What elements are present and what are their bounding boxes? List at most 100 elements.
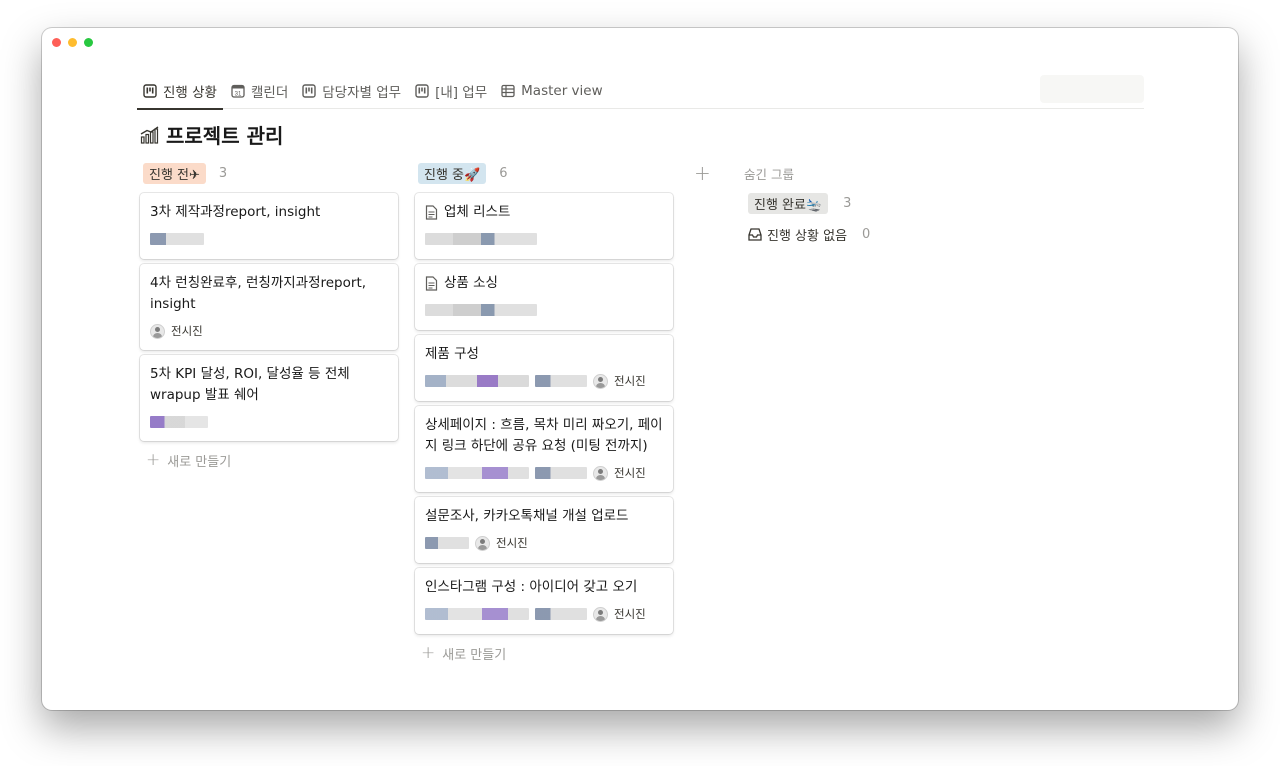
view-tabs: 진행 상황 31 캘린더 담당자별 업무 [내] 업무 Master view bbox=[137, 72, 1144, 110]
assignee-name: 전시진 bbox=[614, 466, 646, 480]
blurred-property bbox=[425, 467, 529, 479]
blurred-property bbox=[425, 304, 537, 316]
card-title: 업체 리스트 bbox=[425, 202, 663, 223]
new-card-button[interactable]: + 새로 만들기 bbox=[140, 446, 398, 474]
page-title-text: 프로젝트 관리 bbox=[166, 124, 284, 148]
board-card[interactable]: 4차 런칭완료후, 런칭까지과정report, insight 전시진 bbox=[140, 264, 398, 350]
card-title: 4차 런칭완료후, 런칭까지과정report, insight bbox=[150, 273, 388, 315]
card-title: 3차 제작과정report, insight bbox=[150, 202, 388, 223]
board-icon bbox=[415, 83, 429, 98]
assignee-name: 전시진 bbox=[171, 324, 203, 338]
hidden-group-done[interactable]: 진행 완료🛬 3 bbox=[744, 190, 944, 216]
column-header[interactable]: 진행 중🚀 6 bbox=[415, 161, 673, 185]
no-status-label: 진행 상황 없음 bbox=[748, 225, 847, 244]
card-properties bbox=[425, 297, 663, 323]
card-title-text: 상세페이지 : 흐름, 목차 미리 짜오기, 페이지 링크 하단에 공유 요청 … bbox=[425, 417, 663, 454]
column-header[interactable]: 진행 전✈ 3 bbox=[140, 161, 398, 185]
blurred-property bbox=[535, 608, 587, 620]
board-column-in-progress: 진행 중🚀 6 업체 리스트 상품 소싱 제품 구성 전시진 상세페이지: 흐… bbox=[415, 161, 673, 667]
board-card[interactable]: 업체 리스트 bbox=[415, 193, 673, 259]
hidden-group-no-status[interactable]: 진행 상황 없음 0 bbox=[744, 221, 944, 247]
card-title-text: 상품 소싱 bbox=[444, 275, 498, 291]
card-title-text: 5차 KPI 달성, ROI, 달성율 등 전체 wrapup 발표 쉐어 bbox=[150, 366, 350, 403]
group-count: 3 bbox=[843, 195, 852, 211]
new-card-label: 새로 만들기 bbox=[442, 647, 507, 663]
card-properties: 전시진 bbox=[150, 318, 388, 344]
blurred-property bbox=[150, 416, 208, 428]
plus-icon: + bbox=[694, 161, 711, 185]
hidden-groups: 숨긴 그룹 진행 완료🛬 3 진행 상황 없음 0 bbox=[744, 164, 944, 247]
board-column-not-started: 진행 전✈ 3 3차 제작과정report, insight 4차 런칭완료후,… bbox=[140, 161, 398, 474]
board-card[interactable]: 5차 KPI 달성, ROI, 달성율 등 전체 wrapup 발표 쉐어 bbox=[140, 355, 398, 441]
card-properties bbox=[150, 409, 388, 435]
close-window-button[interactable] bbox=[52, 38, 61, 47]
card-properties: 전시진 bbox=[425, 530, 663, 556]
status-badge: 진행 전✈ bbox=[143, 162, 206, 184]
board-icon bbox=[302, 83, 316, 98]
plus-icon: + bbox=[421, 643, 436, 663]
card-title: 5차 KPI 달성, ROI, 달성율 등 전체 wrapup 발표 쉐어 bbox=[150, 364, 388, 406]
board-card[interactable]: 인스타그램 구성 : 아이디어 갖고 오기 전시진 bbox=[415, 568, 673, 634]
tab-my-tasks[interactable]: [내] 업무 bbox=[409, 72, 493, 109]
page-icon bbox=[425, 205, 438, 220]
tab-label: 진행 상황 bbox=[163, 84, 217, 101]
tab-master-view[interactable]: Master view bbox=[495, 72, 608, 109]
assignee-name: 전시진 bbox=[496, 536, 528, 550]
new-card-button[interactable]: + 새로 만들기 bbox=[415, 639, 673, 667]
window-controls bbox=[52, 38, 93, 47]
assignee-name: 전시진 bbox=[614, 374, 646, 388]
column-count: 6 bbox=[499, 165, 508, 181]
board-card[interactable]: 설문조사, 카카오톡채널 개설 업로드 전시진 bbox=[415, 497, 673, 563]
table-icon bbox=[501, 84, 515, 97]
avatar bbox=[593, 606, 608, 622]
app-window: 진행 상황 31 캘린더 담당자별 업무 [내] 업무 Master view … bbox=[42, 28, 1238, 710]
hidden-groups-heading: 숨긴 그룹 bbox=[744, 167, 794, 182]
zoom-window-button[interactable] bbox=[84, 38, 93, 47]
blurred-toolbar-button[interactable] bbox=[1040, 75, 1144, 103]
blurred-property bbox=[150, 233, 204, 245]
tab-calendar[interactable]: 31 캘린더 bbox=[225, 72, 294, 109]
status-badge: 진행 중🚀 bbox=[418, 162, 487, 184]
page-title: 프로젝트 관리 bbox=[140, 120, 283, 149]
minimize-window-button[interactable] bbox=[68, 38, 77, 47]
assignee-name: 전시진 bbox=[614, 607, 646, 621]
card-title-text: 3차 제작과정report, insight bbox=[150, 204, 321, 220]
tab-progress-board[interactable]: 진행 상황 bbox=[137, 72, 223, 110]
board-card[interactable]: 상세페이지 : 흐름, 목차 미리 짜오기, 페이지 링크 하단에 공유 요청 … bbox=[415, 406, 673, 492]
card-properties: 전시진 bbox=[425, 601, 663, 627]
avatar bbox=[593, 465, 608, 481]
board-icon bbox=[143, 83, 157, 98]
page-icon bbox=[425, 276, 438, 291]
card-title-text: 4차 런칭완료후, 런칭까지과정report, insight bbox=[150, 275, 367, 312]
card-title-text: 업체 리스트 bbox=[444, 204, 511, 220]
add-group-button[interactable]: + bbox=[694, 161, 711, 185]
blurred-property bbox=[425, 233, 537, 245]
card-properties bbox=[425, 226, 663, 252]
blurred-property bbox=[425, 537, 469, 549]
blurred-property bbox=[535, 375, 587, 387]
tab-label: Master view bbox=[521, 82, 603, 99]
new-card-label: 새로 만들기 bbox=[167, 454, 232, 470]
card-title: 인스타그램 구성 : 아이디어 갖고 오기 bbox=[425, 577, 663, 598]
column-count: 3 bbox=[218, 165, 228, 181]
tab-label: 담당자별 업무 bbox=[322, 84, 402, 101]
card-title: 제품 구성 bbox=[425, 344, 663, 365]
inbox-icon bbox=[748, 227, 762, 241]
chart-increasing-icon bbox=[140, 125, 159, 144]
card-title: 설문조사, 카카오톡채널 개설 업로드 bbox=[425, 506, 663, 527]
card-title-text: 제품 구성 bbox=[425, 346, 479, 362]
blurred-property bbox=[425, 608, 529, 620]
card-title-text: 설문조사, 카카오톡채널 개설 업로드 bbox=[425, 508, 629, 524]
avatar bbox=[150, 323, 165, 339]
calendar-icon: 31 bbox=[231, 84, 245, 98]
board-card[interactable]: 상품 소싱 bbox=[415, 264, 673, 330]
card-properties bbox=[150, 226, 388, 252]
board-card[interactable]: 3차 제작과정report, insight bbox=[140, 193, 398, 259]
group-count: 0 bbox=[862, 226, 871, 242]
board-card[interactable]: 제품 구성 전시진 bbox=[415, 335, 673, 401]
card-title: 상세페이지 : 흐름, 목차 미리 짜오기, 페이지 링크 하단에 공유 요청 … bbox=[425, 415, 663, 457]
card-title-text: 인스타그램 구성 : 아이디어 갖고 오기 bbox=[425, 579, 638, 595]
tab-by-assignee[interactable]: 담당자별 업무 bbox=[296, 72, 407, 109]
blurred-property bbox=[535, 467, 587, 479]
avatar bbox=[475, 535, 490, 551]
